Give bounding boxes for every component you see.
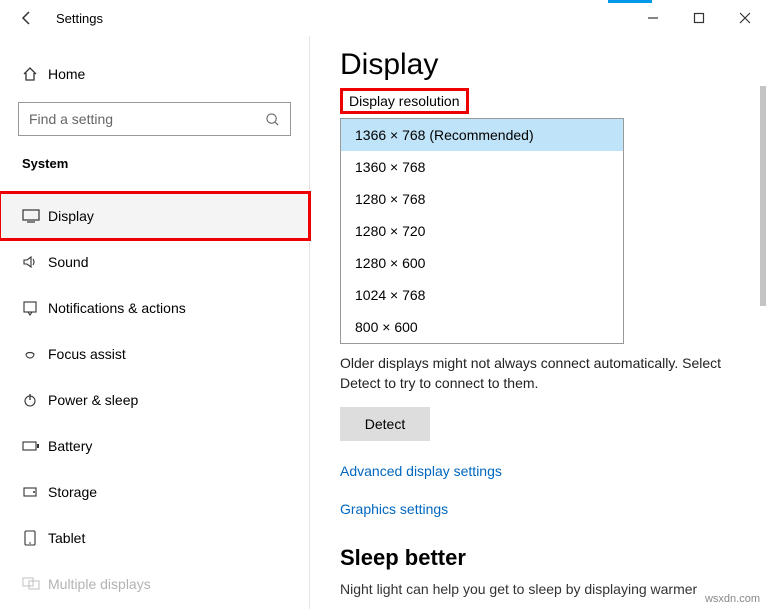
graphics-settings-link[interactable]: Graphics settings	[340, 501, 740, 517]
sidebar-item-label: Battery	[48, 438, 92, 454]
multiple-displays-icon	[22, 577, 48, 591]
maximize-button[interactable]	[676, 2, 722, 34]
tablet-icon	[22, 530, 48, 546]
dropdown-option[interactable]: 1366 × 768 (Recommended)	[341, 119, 623, 151]
help-text: Older displays might not always connect …	[340, 354, 740, 393]
sidebar-item-battery[interactable]: Battery	[0, 423, 309, 469]
resolution-dropdown[interactable]: 1366 × 768 (Recommended) 1360 × 768 1280…	[340, 118, 624, 344]
focus-assist-icon	[22, 346, 48, 362]
sleep-subtext: Night light can help you get to sleep by…	[340, 581, 740, 597]
dropdown-option[interactable]: 1280 × 768	[341, 183, 623, 215]
home-icon	[22, 66, 48, 82]
sidebar-item-label: Power & sleep	[48, 392, 138, 408]
dropdown-option[interactable]: 1360 × 768	[341, 151, 623, 183]
window-title: Settings	[56, 11, 103, 26]
minimize-button[interactable]	[630, 2, 676, 34]
sleep-better-title: Sleep better	[340, 545, 740, 571]
notifications-icon	[22, 300, 48, 316]
sidebar-item-label: Focus assist	[48, 346, 126, 362]
dropdown-option[interactable]: 800 × 600	[341, 311, 623, 343]
search-input[interactable]: Find a setting	[18, 102, 291, 136]
sidebar-item-label: Display	[48, 208, 94, 224]
advanced-display-link[interactable]: Advanced display settings	[340, 463, 740, 479]
detect-label: Detect	[365, 416, 405, 432]
search-placeholder: Find a setting	[29, 111, 113, 127]
search-icon	[265, 112, 280, 127]
sidebar-item-storage[interactable]: Storage	[0, 469, 309, 515]
dropdown-option[interactable]: 1024 × 768	[341, 279, 623, 311]
sidebar-item-tablet[interactable]: Tablet	[0, 515, 309, 561]
main-content: Display Display resolution 1366 × 768 (R…	[310, 36, 770, 609]
sidebar-item-label: Tablet	[48, 530, 85, 546]
display-icon	[22, 209, 48, 223]
dropdown-option[interactable]: 1280 × 600	[341, 247, 623, 279]
resolution-label: Display resolution	[340, 88, 469, 114]
home-label: Home	[48, 66, 85, 82]
sidebar-item-label: Sound	[48, 254, 88, 270]
sound-icon	[22, 254, 48, 270]
scrollbar[interactable]	[760, 86, 768, 609]
back-button[interactable]	[10, 1, 44, 35]
sidebar-item-label: Storage	[48, 484, 97, 500]
close-button[interactable]	[722, 2, 768, 34]
page-title: Display	[340, 48, 740, 82]
home-nav[interactable]: Home	[0, 56, 309, 92]
detect-button[interactable]: Detect	[340, 407, 430, 441]
storage-icon	[22, 484, 48, 500]
sidebar-item-power-sleep[interactable]: Power & sleep	[0, 377, 309, 423]
section-label: System	[0, 156, 309, 171]
battery-icon	[22, 440, 48, 452]
sidebar-item-label: Notifications & actions	[48, 300, 186, 316]
sidebar-item-notifications[interactable]: Notifications & actions	[0, 285, 309, 331]
dropdown-option[interactable]: 1280 × 720	[341, 215, 623, 247]
watermark: wsxdn.com	[705, 593, 760, 605]
sidebar: Home Find a setting System Display Sound	[0, 36, 310, 609]
sidebar-item-label: Multiple displays	[48, 576, 151, 592]
sidebar-item-focus-assist[interactable]: Focus assist	[0, 331, 309, 377]
sidebar-item-display[interactable]: Display	[0, 193, 309, 239]
power-icon	[22, 392, 48, 408]
sidebar-item-sound[interactable]: Sound	[0, 239, 309, 285]
sidebar-item-multiple-displays[interactable]: Multiple displays	[0, 561, 309, 607]
